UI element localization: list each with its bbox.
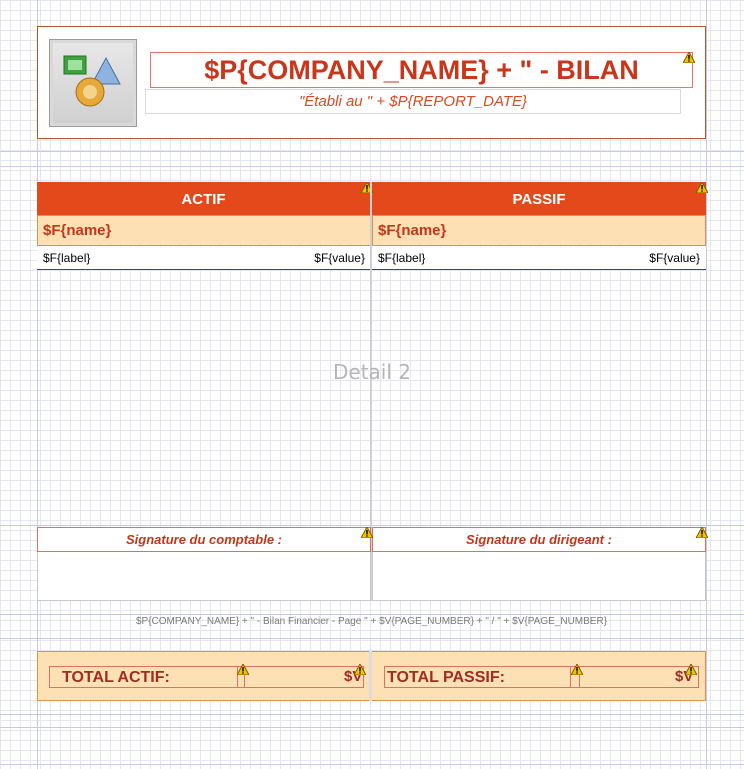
warning-icon[interactable]	[696, 527, 708, 538]
image-placeholder-icon[interactable]	[49, 39, 137, 127]
actif-detail-row[interactable]: $F{label} $F{value}	[37, 247, 371, 270]
total-passif-label[interactable]: TOTAL PASSIF:	[384, 666, 580, 688]
passif-group-field[interactable]: $F{name}	[372, 215, 706, 246]
warning-icon[interactable]	[685, 664, 697, 675]
signature-dirigeant-area[interactable]	[372, 552, 706, 601]
passif-value-field[interactable]: $F{value}	[649, 247, 700, 269]
actif-value-field[interactable]: $F{value}	[314, 247, 365, 269]
report-subtitle[interactable]: "Établi au " + $P{REPORT_DATE}	[145, 89, 681, 114]
warning-icon[interactable]	[571, 664, 583, 675]
warning-icon[interactable]	[683, 52, 695, 63]
actif-group-field[interactable]: $F{name}	[37, 215, 371, 246]
signature-comptable[interactable]: Signature du comptable :	[37, 527, 371, 552]
actif-header[interactable]: ACTIF	[37, 182, 370, 215]
actif-label-field[interactable]: $F{label}	[43, 251, 90, 265]
passif-detail-row[interactable]: $F{label} $F{value}	[372, 247, 706, 270]
passif-label-field[interactable]: $F{label}	[378, 251, 425, 265]
detail-band-label: Detail 2	[333, 360, 411, 384]
passif-header[interactable]: PASSIF	[372, 182, 706, 215]
total-actif-label[interactable]: TOTAL ACTIF:	[49, 666, 245, 688]
report-title[interactable]: $P{COMPANY_NAME} + " - BILAN	[150, 52, 693, 88]
signature-dirigeant[interactable]: Signature du dirigeant :	[372, 527, 706, 552]
warning-icon[interactable]	[354, 664, 366, 675]
page-footer[interactable]: $P{COMPANY_NAME} + " - Bilan Financier -…	[37, 616, 706, 627]
totals-separator	[369, 651, 372, 701]
signature-comptable-area[interactable]	[37, 552, 371, 601]
warning-icon[interactable]	[696, 182, 708, 193]
warning-icon[interactable]	[361, 527, 373, 538]
warning-icon[interactable]	[237, 664, 249, 675]
